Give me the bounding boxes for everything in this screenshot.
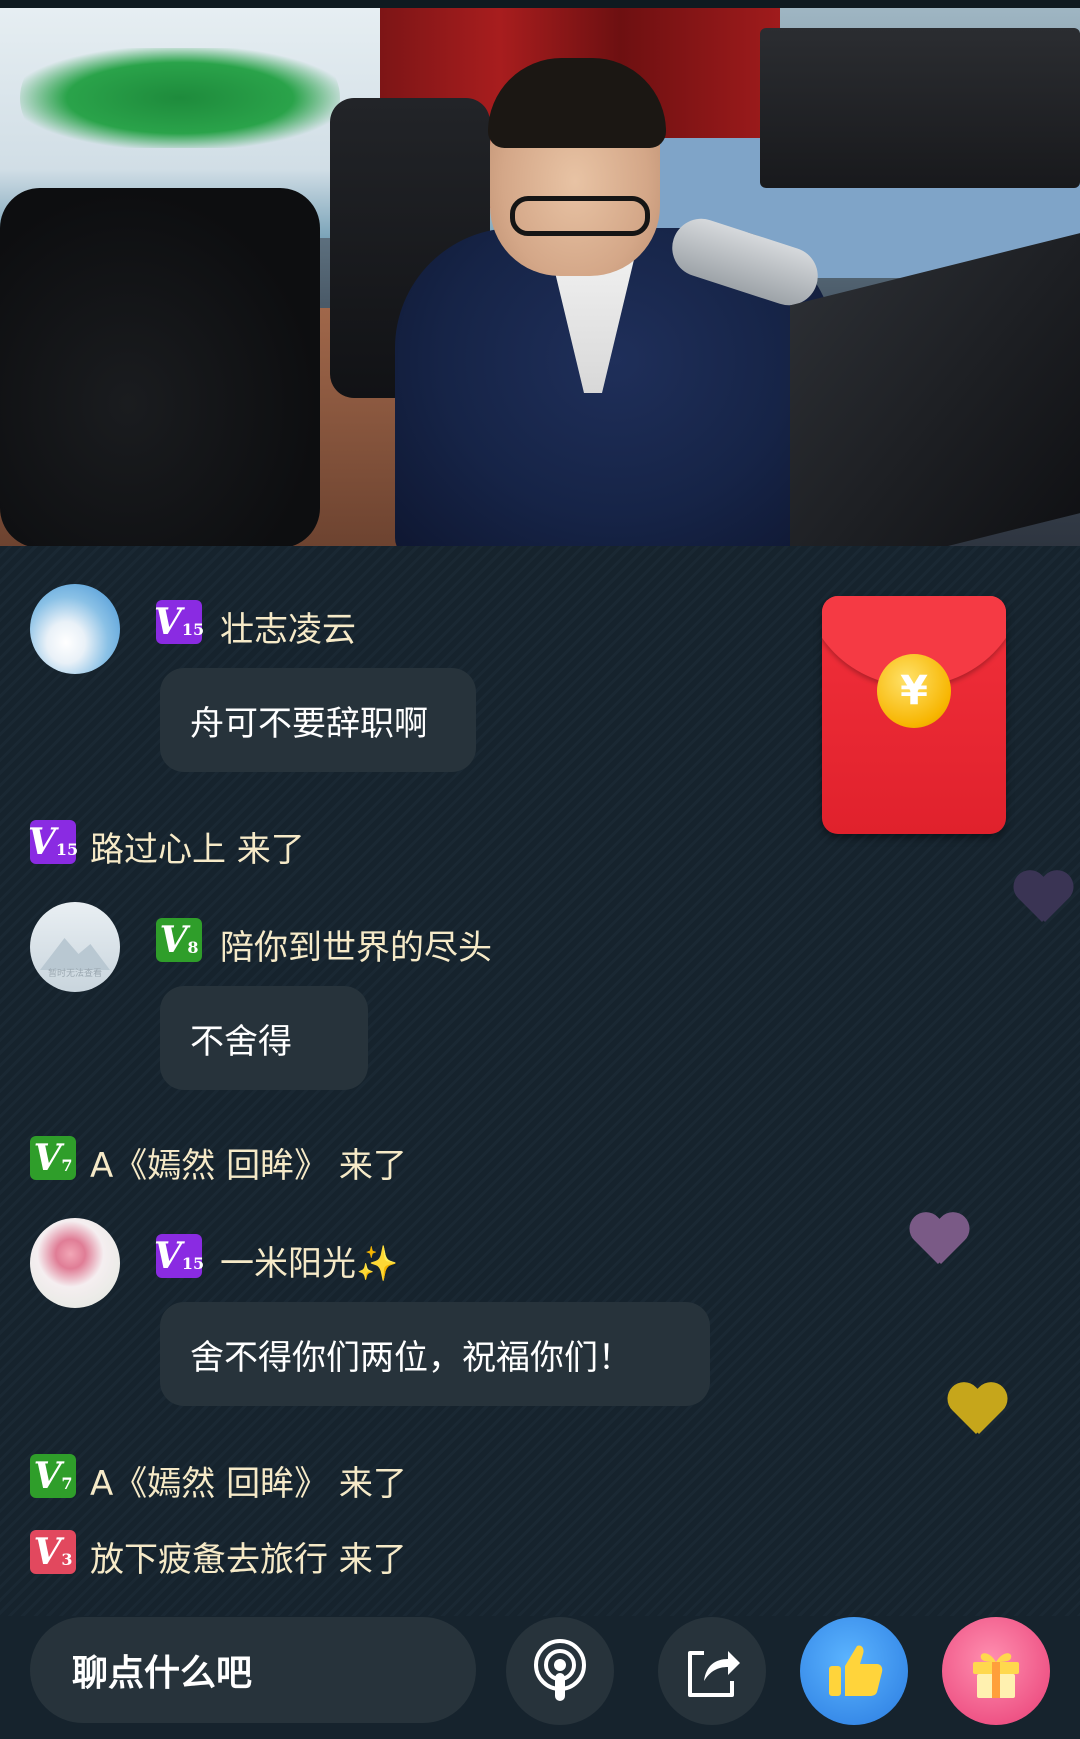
host-glasses [510,196,650,236]
level-number: 15 [181,620,205,639]
podcast-button[interactable] [506,1617,614,1725]
comment-bubble: 舟可不要辞职啊 [160,668,476,772]
level-badge-prefix: V [33,1455,62,1497]
comment-bubble: 舍不得你们两位，祝福你们！ [160,1302,710,1406]
share-icon [688,1651,740,1697]
level-badge-prefix: V [159,919,188,961]
comment-username[interactable]: 壮志凌云 [220,602,356,651]
level-badge-prefix: V [153,1235,182,1277]
level-number: 7 [61,1474,73,1493]
image-placeholder-icon [40,938,110,970]
level-number: 7 [61,1156,73,1175]
entry-notice: A《嫣然 回眸》 来了 [90,1146,407,1186]
comment-bubble: 不舍得 [160,986,368,1090]
level-number: 8 [187,938,199,957]
red-packet-button[interactable]: ¥ [822,596,1006,834]
avatar[interactable] [30,1218,120,1308]
entry-notice: A《嫣然 回眸》 来了 [90,1464,407,1504]
level-badge: V 15 [27,820,79,864]
level-badge: V7 [30,1454,76,1498]
gift-button[interactable] [942,1617,1050,1725]
top-status-strip [0,0,1080,8]
heart-icon [1012,872,1072,926]
level-badge-prefix: V [153,601,182,643]
level-badge: V3 [30,1530,76,1574]
gift-icon [973,1653,1019,1698]
audio-equipment [760,28,1080,188]
wall-painting [20,48,340,148]
level-number: 15 [181,1254,205,1273]
heart-icon [946,1384,1006,1438]
level-badge: V7 [30,1136,76,1180]
entry-notice: 放下疲惫去旅行 来了 [90,1540,407,1580]
thumbs-up-icon [829,1645,883,1696]
level-number: 3 [61,1550,73,1569]
comment-username[interactable]: 陪你到世界的尽头 [220,920,492,969]
avatar[interactable]: 暂时无法查看 [30,902,120,992]
level-badge-prefix: V [33,1137,62,1179]
level-badge: V 15 [153,600,205,644]
chat-input[interactable]: 聊点什么吧 [30,1617,476,1723]
avatar-placeholder-text: 暂时无法查看 [47,969,102,979]
podcast-icon [534,1639,586,1701]
share-button[interactable] [658,1617,766,1725]
level-number: 15 [55,840,79,859]
live-video-stream[interactable] [0,8,1080,546]
chair [0,188,320,546]
avatar[interactable] [30,584,120,674]
yuan-coin-icon: ¥ [877,654,951,728]
level-badge: V8 [156,918,202,962]
level-badge-prefix: V [33,1531,62,1573]
comment-username[interactable]: 一米阳光✨ [220,1236,398,1285]
like-button[interactable] [800,1617,908,1725]
level-badge: V 15 [153,1234,205,1278]
entry-notice: 路过心上 来了 [90,830,305,870]
level-badge-prefix: V [27,821,56,863]
heart-icon [908,1214,968,1268]
